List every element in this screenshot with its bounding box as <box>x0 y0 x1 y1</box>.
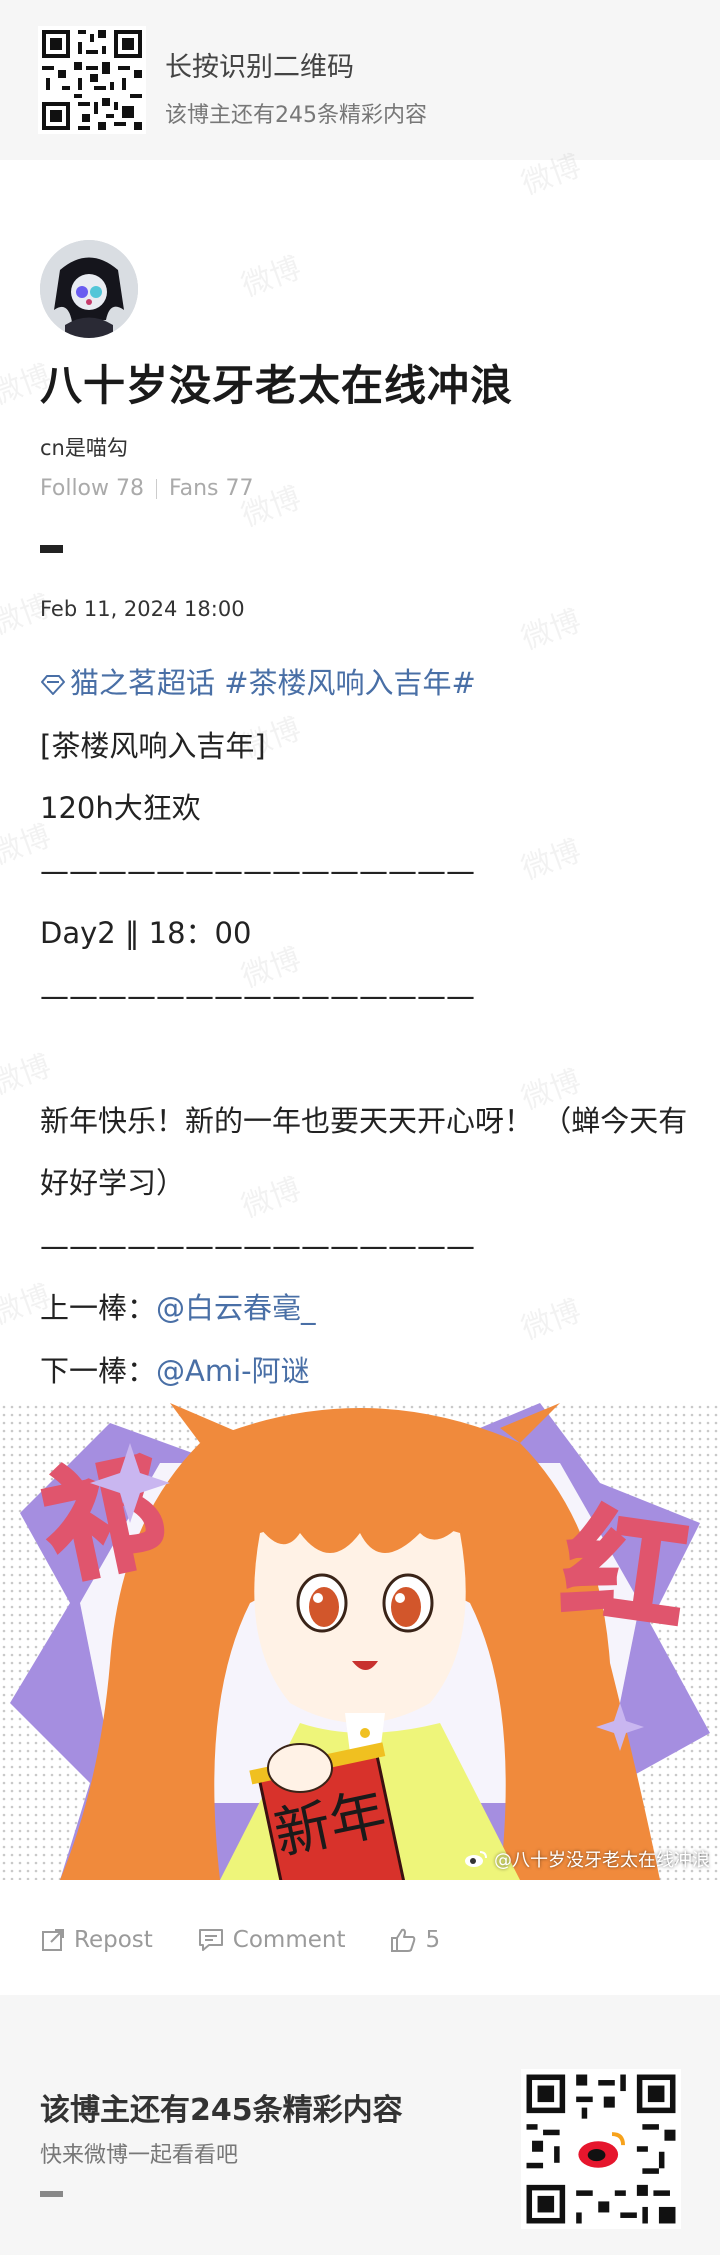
text-divider: ——————————————— <box>40 853 475 888</box>
next-mention-link[interactable]: @Ami-阿谜 <box>156 1354 310 1388</box>
banner-title: 长按识别二维码 <box>165 52 354 83</box>
text-paragraph: 新年快乐！新的一年也要天天开心呀！ （蝉今天有好好学习） <box>40 1103 688 1201</box>
banner-subtitle: 该博主还有245条精彩内容 <box>165 103 427 128</box>
super-topic-icon <box>41 675 65 695</box>
profile-nickname[interactable]: 八十岁没牙老太在线冲浪 <box>40 352 513 413</box>
text-line: Day2 ‖ 18：00 <box>40 916 252 950</box>
comment-icon <box>198 1929 223 1951</box>
post-actions: Repost Comment 5 <box>40 1920 484 1960</box>
section-divider <box>40 545 63 553</box>
prev-mention-link[interactable]: @白云春毫_ <box>156 1291 316 1325</box>
watermark: 微博 <box>237 250 306 304</box>
avatar[interactable] <box>40 240 138 338</box>
repost-button[interactable]: Repost <box>40 1927 153 1953</box>
image-credit: @八十岁没牙老太在线冲浪 <box>464 1846 710 1872</box>
repost-label: Repost <box>74 1927 153 1953</box>
post-date: Feb 11, 2024 18:00 <box>40 597 245 621</box>
topic-row: 猫之茗超话 #茶楼风响入吉年# <box>40 652 690 715</box>
hashtag-link[interactable]: #茶楼风响入吉年# <box>215 666 476 700</box>
footer-divider <box>40 2191 63 2197</box>
next-label: 下一棒： <box>40 1353 157 1388</box>
text-divider: ——————————————— <box>40 1228 475 1263</box>
repost-icon <box>42 1929 64 1951</box>
qr-banner[interactable]: 长按识别二维码 该博主还有245条精彩内容 <box>0 0 720 160</box>
footer-title: 该博主还有245条精彩内容 <box>40 2093 403 2128</box>
text-divider: ——————————————— <box>40 978 475 1013</box>
next-mention-row: 下一棒：@Ami-阿谜 <box>40 1340 690 1403</box>
like-count: 5 <box>425 1927 441 1953</box>
post-content: 猫之茗超话 #茶楼风响入吉年# [茶楼风响入吉年] 120h大狂欢 ——————… <box>40 652 690 1402</box>
comment-button[interactable]: Comment <box>197 1927 346 1953</box>
footer-subtitle: 快来微博一起看看吧 <box>40 2143 239 2168</box>
stats-divider <box>156 478 157 499</box>
weibo-logo-icon <box>465 1851 487 1867</box>
follow-count[interactable]: Follow 78 <box>40 476 144 501</box>
prev-mention-row: 上一棒：@白云春毫_ <box>40 1277 690 1340</box>
comment-label: Comment <box>232 1927 346 1953</box>
post-image[interactable]: 新年 祁 红 @八十岁没牙老太在线冲浪 <box>0 1403 720 1880</box>
qr-code-icon[interactable] <box>38 26 146 134</box>
like-icon <box>391 1928 416 1952</box>
prev-label: 上一棒： <box>40 1291 157 1325</box>
watermark: 微博 <box>517 603 586 657</box>
footer-qr-code-icon[interactable] <box>521 2069 681 2229</box>
profile-stats: Follow 78 Fans 77 <box>40 476 254 501</box>
text-line: [茶楼风响入吉年] <box>40 728 266 763</box>
text-line: 120h大狂欢 <box>40 791 201 825</box>
like-button[interactable]: 5 <box>389 1927 440 1953</box>
image-credit-text: @八十岁没牙老太在线冲浪 <box>494 1850 710 1871</box>
fans-count[interactable]: Fans 77 <box>169 476 254 501</box>
footer-banner[interactable]: 该博主还有245条精彩内容 快来微博一起看看吧 <box>0 1995 720 2255</box>
profile-bio: cn是喵勾 <box>40 436 128 460</box>
super-topic-label: 猫之茗超话 <box>70 666 216 700</box>
image-char-right: 红 <box>556 1496 693 1645</box>
super-topic-link[interactable]: 猫之茗超话 <box>40 666 215 700</box>
